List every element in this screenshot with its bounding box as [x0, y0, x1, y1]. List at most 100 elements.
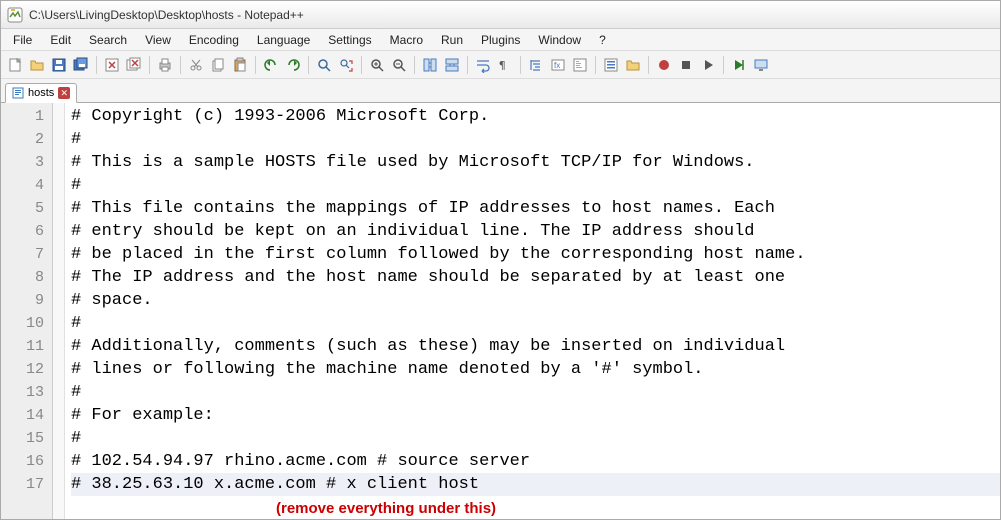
code-line[interactable]: # space. — [71, 289, 1000, 312]
line-number: 7 — [1, 243, 44, 266]
line-number: 9 — [1, 289, 44, 312]
code-area[interactable]: # Copyright (c) 1993-2006 Microsoft Corp… — [65, 103, 1000, 519]
menubar: File Edit Search View Encoding Language … — [1, 29, 1000, 51]
menu-settings[interactable]: Settings — [320, 31, 379, 49]
code-line[interactable]: # be placed in the first column followed… — [71, 243, 1000, 266]
code-line[interactable]: # The IP address and the host name shoul… — [71, 266, 1000, 289]
menu-edit[interactable]: Edit — [42, 31, 79, 49]
toolbar-separator — [149, 56, 150, 74]
show-all-chars-icon[interactable]: ¶ — [495, 55, 515, 75]
menu-plugins[interactable]: Plugins — [473, 31, 528, 49]
find-icon[interactable] — [314, 55, 334, 75]
func-list-icon[interactable] — [601, 55, 621, 75]
toolbar-separator — [723, 56, 724, 74]
code-line[interactable]: # — [71, 427, 1000, 450]
save-icon[interactable] — [49, 55, 69, 75]
new-file-icon[interactable] — [5, 55, 25, 75]
code-line[interactable]: # — [71, 312, 1000, 335]
annotation-text: (remove everything under this) — [276, 500, 496, 517]
menu-language[interactable]: Language — [249, 31, 318, 49]
editor[interactable]: 1234567891011121314151617 # Copyright (c… — [1, 103, 1000, 519]
paste-icon[interactable] — [230, 55, 250, 75]
toolbar-separator — [180, 56, 181, 74]
toolbar-separator — [520, 56, 521, 74]
toolbar-separator — [595, 56, 596, 74]
code-line[interactable]: # This file contains the mappings of IP … — [71, 197, 1000, 220]
toolbar-separator — [255, 56, 256, 74]
code-line[interactable]: # 102.54.94.97 rhino.acme.com # source s… — [71, 450, 1000, 473]
line-number: 8 — [1, 266, 44, 289]
app-icon — [7, 7, 23, 23]
menu-search[interactable]: Search — [81, 31, 135, 49]
code-line[interactable]: # entry should be kept on an individual … — [71, 220, 1000, 243]
zoom-out-icon[interactable] — [389, 55, 409, 75]
toolbar: ¶ fx — [1, 51, 1000, 79]
svg-text:fx: fx — [554, 61, 560, 70]
folder-icon[interactable] — [623, 55, 643, 75]
replace-icon[interactable] — [336, 55, 356, 75]
toolbar-separator — [467, 56, 468, 74]
code-line[interactable]: # — [71, 381, 1000, 404]
close-all-icon[interactable] — [124, 55, 144, 75]
tabbar: hosts ✕ — [1, 79, 1000, 103]
code-line[interactable]: # Additionally, comments (such as these)… — [71, 335, 1000, 358]
menu-macro[interactable]: Macro — [382, 31, 431, 49]
code-line[interactable]: # For example: — [71, 404, 1000, 427]
doc-map-icon[interactable] — [570, 55, 590, 75]
lang-icon[interactable]: fx — [548, 55, 568, 75]
record-macro-icon[interactable] — [654, 55, 674, 75]
window-title: C:\Users\LivingDesktop\Desktop\hosts - N… — [29, 8, 304, 22]
line-number: 13 — [1, 381, 44, 404]
fold-margin — [53, 103, 65, 519]
menu-encoding[interactable]: Encoding — [181, 31, 247, 49]
line-number: 14 — [1, 404, 44, 427]
line-number: 16 — [1, 450, 44, 473]
save-all-icon[interactable] — [71, 55, 91, 75]
titlebar: C:\Users\LivingDesktop\Desktop\hosts - N… — [1, 1, 1000, 29]
stop-macro-icon[interactable] — [676, 55, 696, 75]
line-number: 3 — [1, 151, 44, 174]
line-number: 12 — [1, 358, 44, 381]
toolbar-separator — [648, 56, 649, 74]
code-line[interactable]: # This is a sample HOSTS file used by Mi… — [71, 151, 1000, 174]
code-line[interactable]: # — [71, 174, 1000, 197]
toolbar-separator — [308, 56, 309, 74]
line-number-gutter: 1234567891011121314151617 — [1, 103, 53, 519]
code-line[interactable]: # — [71, 128, 1000, 151]
menu-window[interactable]: Window — [530, 31, 589, 49]
wordwrap-icon[interactable] — [473, 55, 493, 75]
tab-label: hosts — [28, 87, 54, 99]
line-number: 10 — [1, 312, 44, 335]
play-macro-icon[interactable] — [698, 55, 718, 75]
open-file-icon[interactable] — [27, 55, 47, 75]
toolbar-separator — [414, 56, 415, 74]
code-line[interactable]: # 38.25.63.10 x.acme.com # x client host — [71, 473, 1000, 496]
close-icon[interactable] — [102, 55, 122, 75]
monitor-icon[interactable] — [751, 55, 771, 75]
toolbar-separator — [361, 56, 362, 74]
line-number: 4 — [1, 174, 44, 197]
line-number: 5 — [1, 197, 44, 220]
toolbar-separator — [96, 56, 97, 74]
sync-v-icon[interactable] — [420, 55, 440, 75]
redo-icon[interactable] — [283, 55, 303, 75]
line-number: 11 — [1, 335, 44, 358]
indent-guide-icon[interactable] — [526, 55, 546, 75]
tab-hosts[interactable]: hosts ✕ — [5, 83, 77, 103]
zoom-in-icon[interactable] — [367, 55, 387, 75]
menu-help[interactable]: ? — [591, 31, 614, 49]
menu-file[interactable]: File — [5, 31, 40, 49]
print-icon[interactable] — [155, 55, 175, 75]
line-number: 2 — [1, 128, 44, 151]
code-line[interactable]: # lines or following the machine name de… — [71, 358, 1000, 381]
copy-icon[interactable] — [208, 55, 228, 75]
menu-view[interactable]: View — [137, 31, 179, 49]
sync-h-icon[interactable] — [442, 55, 462, 75]
cut-icon[interactable] — [186, 55, 206, 75]
code-line[interactable]: # Copyright (c) 1993-2006 Microsoft Corp… — [71, 105, 1000, 128]
line-number: 1 — [1, 105, 44, 128]
menu-run[interactable]: Run — [433, 31, 471, 49]
tab-close-icon[interactable]: ✕ — [58, 87, 70, 99]
undo-icon[interactable] — [261, 55, 281, 75]
run-icon[interactable] — [729, 55, 749, 75]
